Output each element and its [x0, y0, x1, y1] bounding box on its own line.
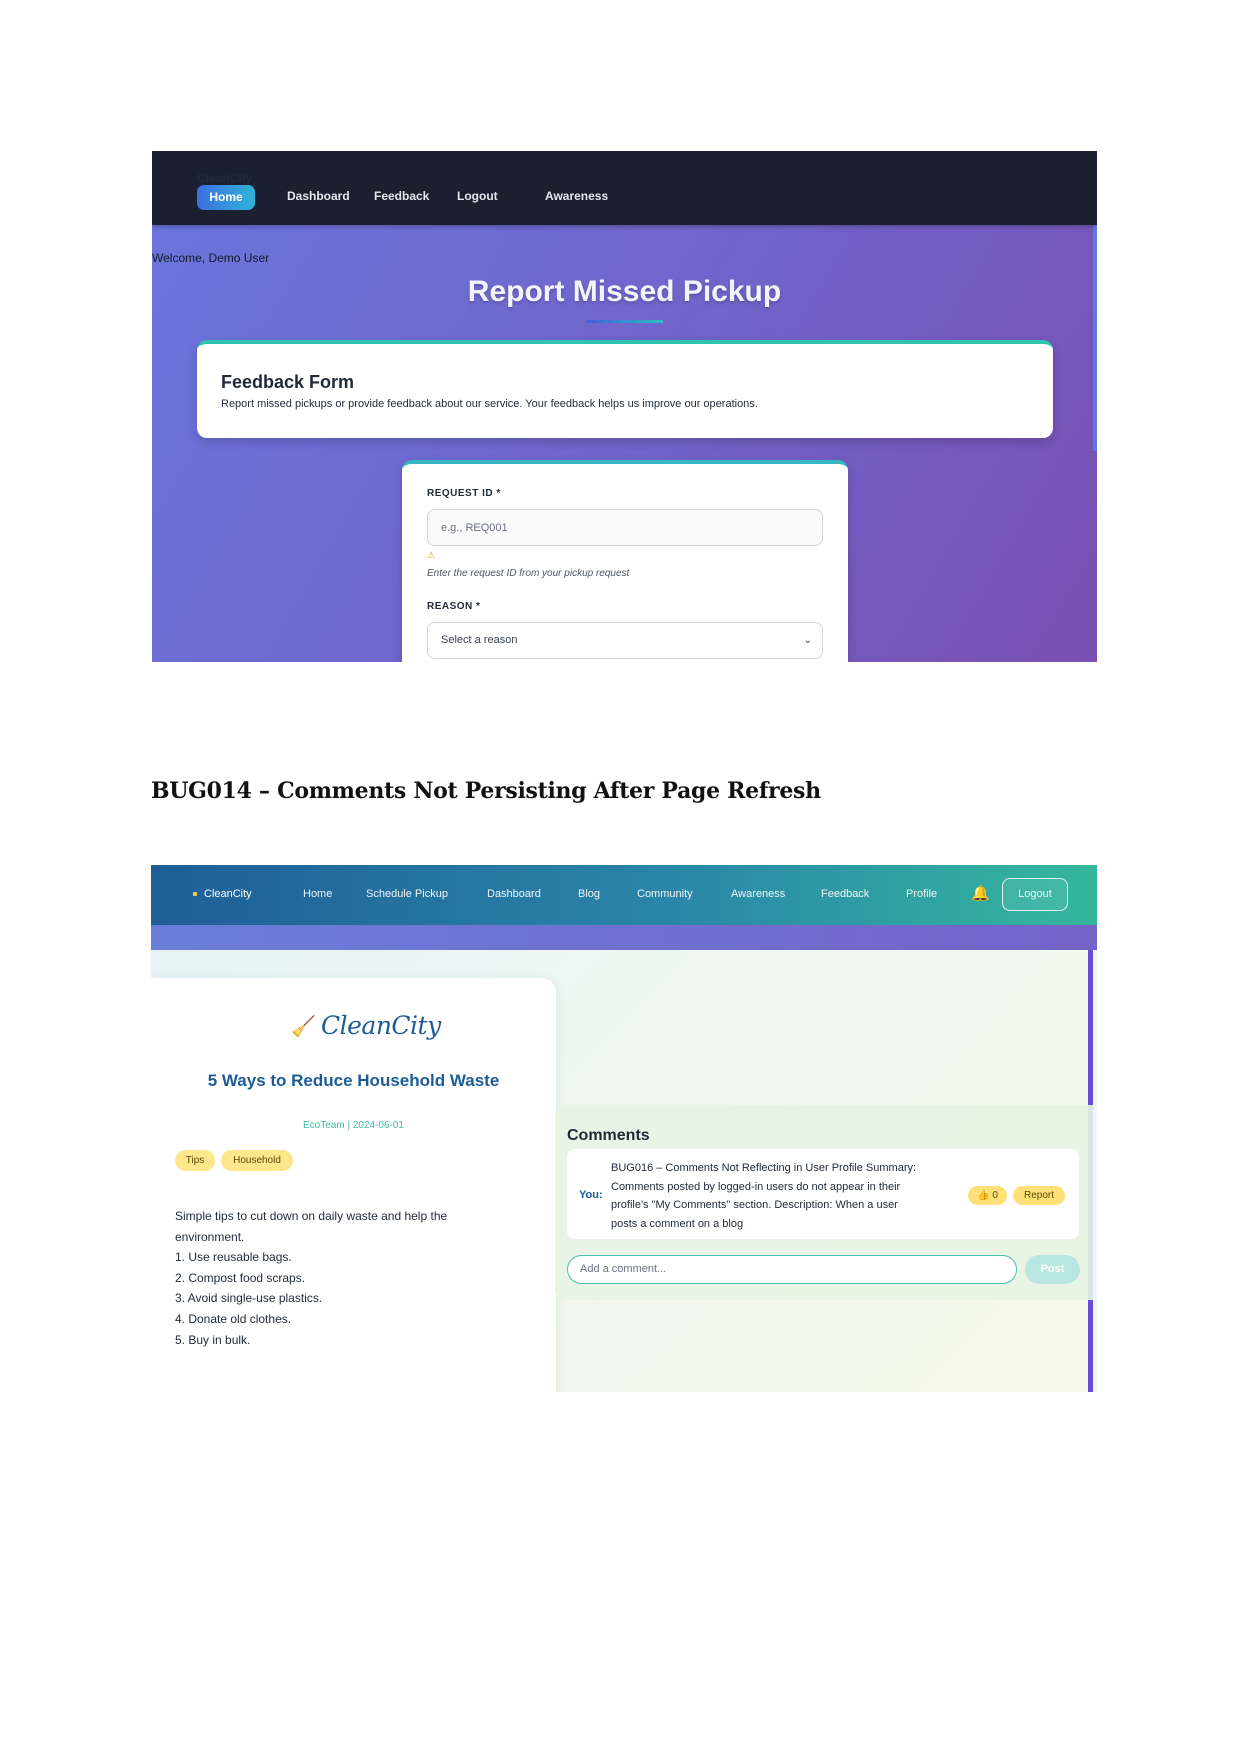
- nav-home[interactable]: Home: [303, 888, 332, 900]
- blog-meta: EcoTeam | 2024-06-01: [303, 1120, 404, 1131]
- blog-line: Simple tips to cut down on daily waste a…: [175, 1209, 448, 1223]
- request-id-hint: Enter the request ID from your pickup re…: [427, 568, 630, 579]
- nav-awareness[interactable]: Awareness: [545, 189, 608, 203]
- like-button[interactable]: 👍 0: [968, 1186, 1007, 1205]
- comments-title: Comments: [567, 1127, 650, 1144]
- blog-post-card: 🧹 CleanCity 5 Ways to Reduce Household W…: [151, 978, 556, 1392]
- blog-line: 5. Buy in bulk.: [175, 1332, 251, 1347]
- warning-icon: ⚠: [427, 550, 436, 560]
- nav-feedback[interactable]: Feedback: [374, 189, 429, 203]
- comment-input[interactable]: Add a comment...: [567, 1255, 1017, 1284]
- blog-line: environment.: [175, 1229, 245, 1244]
- comment-line: profile's "My Comments" section. Descrip…: [611, 1199, 898, 1211]
- post-button[interactable]: Post: [1025, 1255, 1080, 1284]
- feedback-page-screenshot: CleanCity Home Dashboard Feedback Logout…: [152, 151, 1097, 662]
- welcome-text: Welcome, Demo User: [152, 251, 270, 265]
- blog-line: 3. Avoid single-use plastics.: [175, 1291, 323, 1306]
- blog-page-screenshot: CleanCity Home Schedule Pickup Dashboard…: [151, 865, 1097, 1392]
- request-id-input[interactable]: [427, 509, 823, 546]
- top-navbar: CleanCity Home Dashboard Feedback Logout…: [152, 151, 1097, 225]
- nav-logout[interactable]: Logout: [457, 189, 498, 203]
- feedback-intro-card: Feedback Form Report missed pickups or p…: [197, 340, 1053, 438]
- page-title: Report Missed Pickup: [467, 275, 782, 308]
- comment-line: BUG016 – Comments Not Reflecting in User…: [611, 1162, 917, 1174]
- nav-community[interactable]: Community: [637, 888, 693, 900]
- brand-logo[interactable]: CleanCity: [204, 888, 252, 900]
- nav-dashboard[interactable]: Dashboard: [287, 189, 350, 203]
- blog-logo-text: CleanCity: [321, 1011, 441, 1040]
- bug-heading: BUG014 – Comments Not Persisting After P…: [151, 778, 821, 804]
- comments-section: Comments You: BUG016 – Comments Not Refl…: [555, 1105, 1093, 1300]
- nav-feedback[interactable]: Feedback: [821, 888, 869, 900]
- report-button[interactable]: Report: [1013, 1186, 1065, 1205]
- top-navbar: CleanCity Home Schedule Pickup Dashboard…: [151, 865, 1097, 925]
- chevron-down-icon: ⌄: [803, 635, 812, 646]
- comment-line: Comments posted by logged-in users do no…: [611, 1180, 901, 1193]
- comment-text: BUG016 – Comments Not Reflecting in User…: [611, 1159, 941, 1233]
- reason-label: REASON *: [427, 601, 481, 612]
- blog-body: Simple tips to cut down on daily waste a…: [175, 1206, 515, 1350]
- nav-dashboard[interactable]: Dashboard: [487, 888, 541, 900]
- nav-home[interactable]: Home: [197, 185, 255, 210]
- card-title: Feedback Form: [221, 372, 355, 392]
- nav-profile[interactable]: Profile: [906, 888, 937, 900]
- tag-household[interactable]: Household: [221, 1150, 293, 1171]
- tag-tips[interactable]: Tips: [175, 1150, 215, 1171]
- brand-icon: [193, 892, 197, 896]
- comment-author: You:: [579, 1189, 603, 1201]
- blog-line: 2. Compost food scraps.: [175, 1270, 306, 1285]
- comment-item: You: BUG016 – Comments Not Reflecting in…: [567, 1149, 1079, 1239]
- blog-line: 1. Use reusable bags.: [175, 1250, 292, 1265]
- blog-title: 5 Ways to Reduce Household Waste: [207, 1071, 500, 1090]
- card-description: Report missed pickups or provide feedbac…: [221, 398, 758, 410]
- nav-blog[interactable]: Blog: [578, 888, 600, 900]
- feedback-form: REQUEST ID * ⚠ Enter the request ID from…: [402, 460, 848, 662]
- logout-button[interactable]: Logout: [1002, 878, 1068, 911]
- reason-selected-value: Select a reason: [441, 634, 518, 646]
- comment-line: posts a comment on a blog: [611, 1217, 744, 1230]
- title-underline: [587, 320, 663, 323]
- request-id-label: REQUEST ID *: [427, 488, 501, 499]
- reason-select[interactable]: Select a reason ⌄: [427, 622, 823, 659]
- nav-awareness[interactable]: Awareness: [731, 888, 785, 900]
- nav-schedule-pickup[interactable]: Schedule Pickup: [366, 888, 448, 900]
- bell-icon[interactable]: 🔔: [971, 884, 990, 902]
- header-band: [151, 925, 1097, 950]
- brand-logo: CleanCity: [197, 171, 253, 185]
- blog-line: 4. Donate old clothes.: [175, 1311, 292, 1326]
- broom-icon: 🧹: [291, 1016, 316, 1038]
